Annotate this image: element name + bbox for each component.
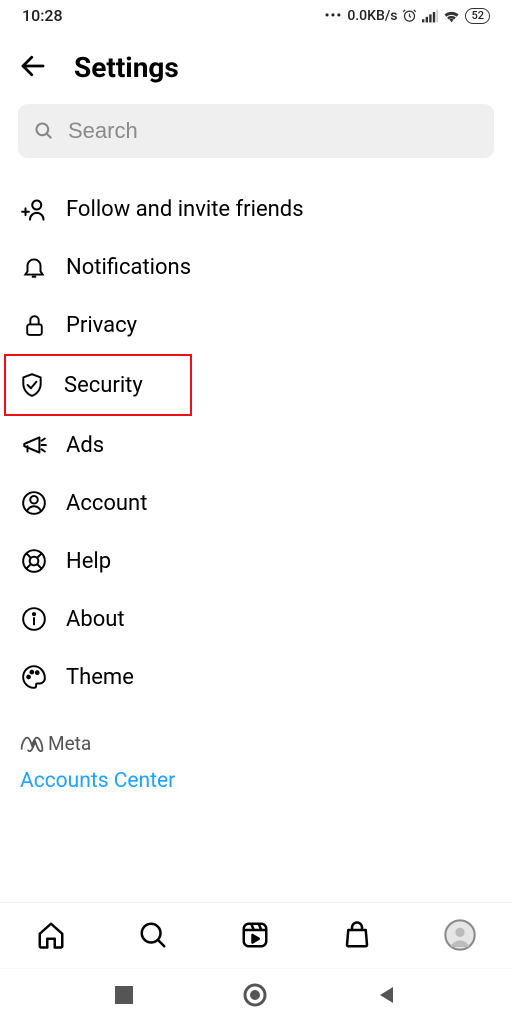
megaphone-icon xyxy=(20,431,48,459)
menu-label: Follow and invite friends xyxy=(66,197,304,222)
menu-label: Security xyxy=(64,373,143,398)
sys-home-button[interactable] xyxy=(243,983,267,1010)
circle-icon xyxy=(243,983,267,1007)
status-speed: 0.0KB/s xyxy=(347,8,397,24)
menu-label: Help xyxy=(66,549,111,574)
nav-home[interactable] xyxy=(32,916,70,957)
help-icon xyxy=(20,547,48,575)
triangle-back-icon xyxy=(377,985,397,1005)
system-nav xyxy=(0,968,512,1024)
square-icon xyxy=(115,986,133,1004)
search-input[interactable] xyxy=(68,118,478,144)
palette-icon xyxy=(20,663,48,691)
nav-profile[interactable] xyxy=(440,915,480,958)
menu-item-account[interactable]: Account xyxy=(18,474,494,532)
back-button[interactable] xyxy=(18,51,48,84)
search-box[interactable] xyxy=(18,104,494,158)
status-time: 10:28 xyxy=(22,6,63,25)
signal-icon xyxy=(422,9,438,23)
nav-shop[interactable] xyxy=(338,916,376,957)
back-arrow-icon xyxy=(18,51,48,81)
lock-icon xyxy=(20,311,48,339)
add-user-icon xyxy=(20,195,48,223)
wifi-icon xyxy=(443,9,460,23)
accounts-center-link[interactable]: Accounts Center xyxy=(20,769,492,793)
alarm-icon xyxy=(402,8,417,23)
meta-section: Meta Accounts Center xyxy=(0,706,512,793)
profile-avatar-icon xyxy=(444,919,476,951)
menu-item-theme[interactable]: Theme xyxy=(18,648,494,706)
menu-item-security[interactable]: Security xyxy=(4,354,192,416)
menu-label: Notifications xyxy=(66,255,191,280)
menu-item-about[interactable]: About xyxy=(18,590,494,648)
sys-recent-button[interactable] xyxy=(115,986,133,1007)
menu-label: Theme xyxy=(66,665,134,690)
menu-label: About xyxy=(66,607,125,632)
meta-logo: Meta xyxy=(20,732,492,755)
battery-indicator: 52 xyxy=(465,8,490,24)
status-right: ••• 0.0KB/s 52 xyxy=(325,8,490,24)
reels-icon xyxy=(240,920,270,950)
menu-item-ads[interactable]: Ads xyxy=(18,416,494,474)
header: Settings xyxy=(0,29,512,104)
search-icon xyxy=(34,121,54,141)
menu-label: Account xyxy=(66,491,147,516)
menu-item-notifications[interactable]: Notifications xyxy=(18,238,494,296)
sys-back-button[interactable] xyxy=(377,985,397,1008)
settings-menu: Follow and invite friends Notifications … xyxy=(0,180,512,706)
menu-label: Ads xyxy=(66,433,104,458)
page-title: Settings xyxy=(74,51,179,84)
info-icon xyxy=(20,605,48,633)
nav-search[interactable] xyxy=(134,916,172,957)
shield-icon xyxy=(18,371,46,399)
status-bar: 10:28 ••• 0.0KB/s 52 xyxy=(0,0,512,29)
nav-reels[interactable] xyxy=(236,916,274,957)
meta-icon xyxy=(20,736,44,752)
menu-label: Privacy xyxy=(66,313,137,338)
menu-item-help[interactable]: Help xyxy=(18,532,494,590)
menu-item-follow-invite[interactable]: Follow and invite friends xyxy=(18,180,494,238)
meta-brand-label: Meta xyxy=(48,732,91,755)
home-icon xyxy=(36,920,66,950)
shop-icon xyxy=(342,920,372,950)
account-icon xyxy=(20,489,48,517)
bell-icon xyxy=(20,253,48,281)
bottom-nav xyxy=(0,902,512,968)
search-icon xyxy=(138,920,168,950)
menu-item-privacy[interactable]: Privacy xyxy=(18,296,494,354)
